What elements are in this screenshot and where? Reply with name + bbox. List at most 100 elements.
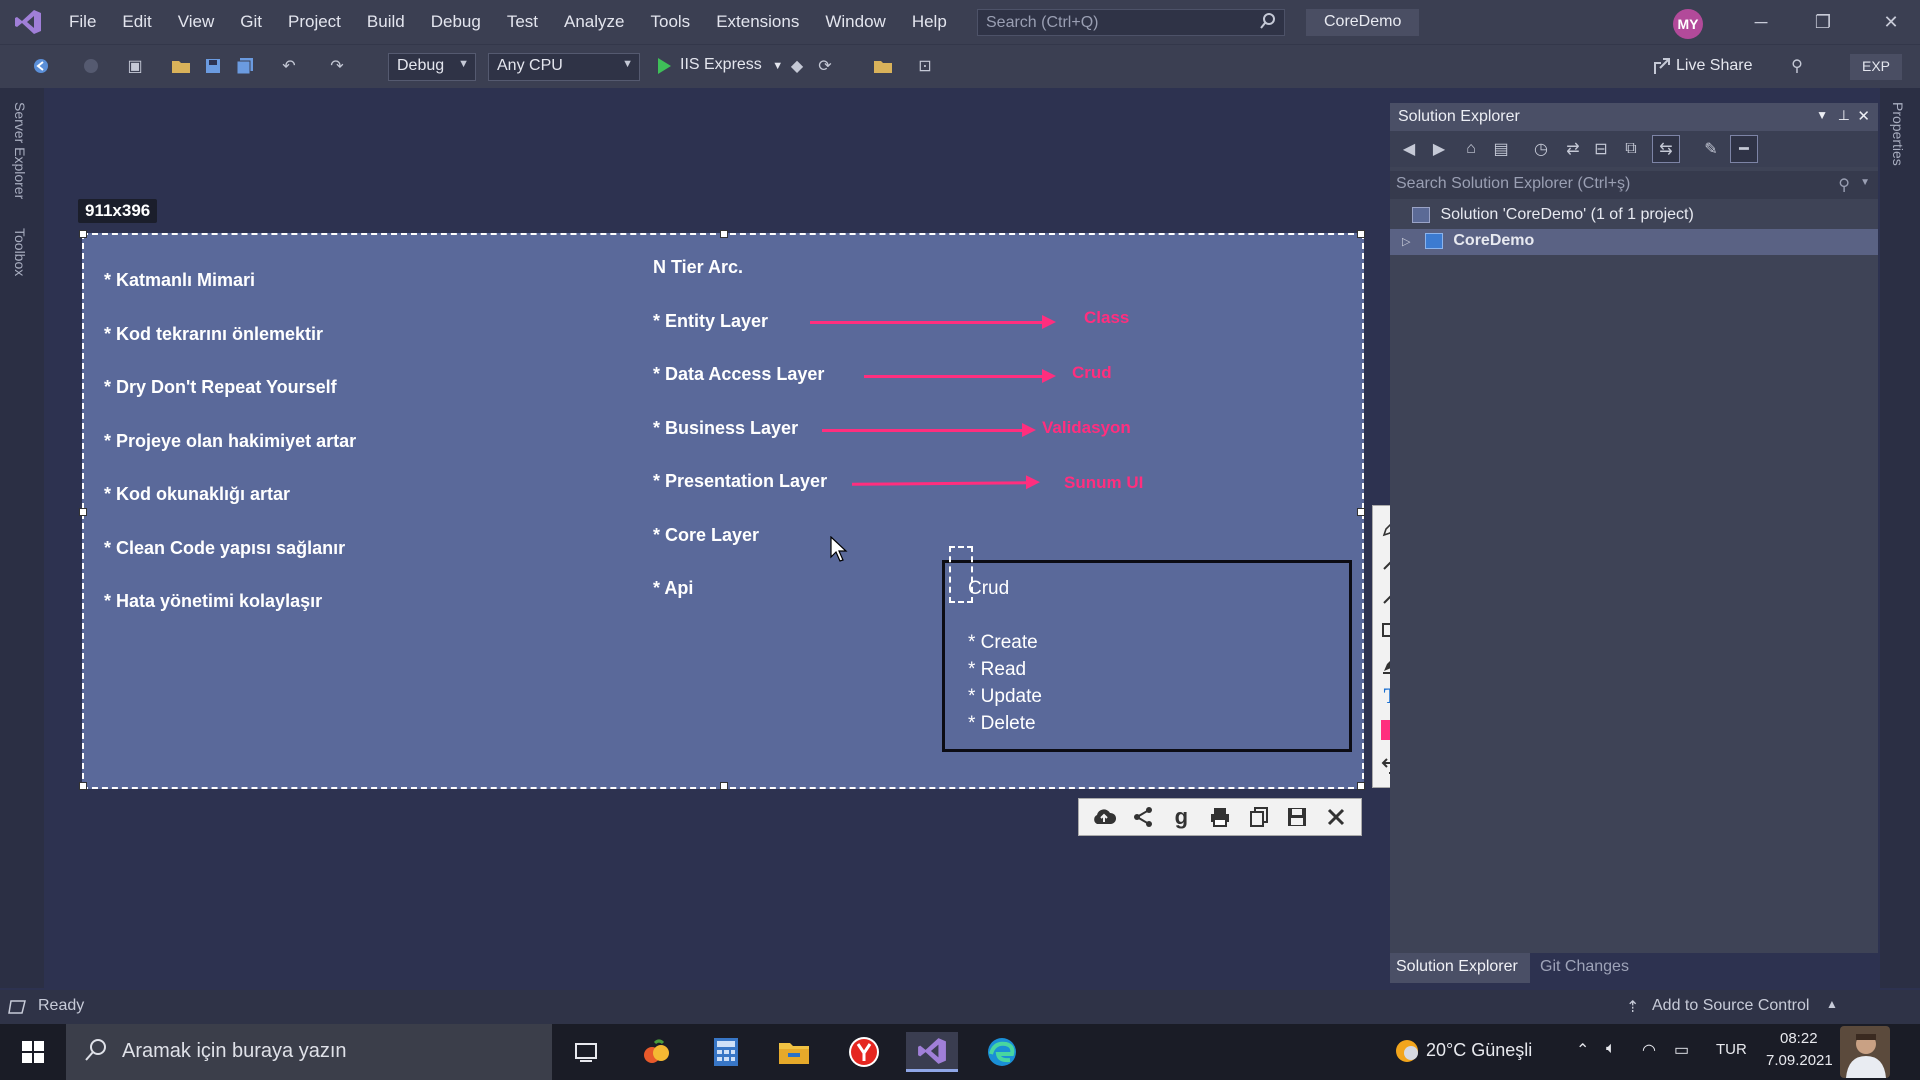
file-explorer-icon[interactable] bbox=[768, 1032, 820, 1072]
weather-icon[interactable] bbox=[1394, 1038, 1420, 1069]
start-debugging-button[interactable]: IIS Express ▼ bbox=[652, 53, 789, 81]
toolbox-tab[interactable]: Toolbox bbox=[12, 228, 28, 276]
wifi-icon[interactable]: ◠ bbox=[1642, 1040, 1656, 1060]
resize-handle[interactable] bbox=[720, 230, 728, 238]
solution-search-input[interactable]: Search Solution Explorer (Ctrl+ş) ⚲ ▼ bbox=[1390, 171, 1878, 199]
menu-file[interactable]: File bbox=[56, 0, 109, 44]
menu-test[interactable]: Test bbox=[494, 0, 551, 44]
tab-solution-explorer[interactable]: Solution Explorer bbox=[1390, 953, 1530, 983]
refresh-icon[interactable]: ⟳ bbox=[814, 55, 836, 77]
home-icon[interactable]: ⌂ bbox=[1460, 138, 1482, 160]
menu-view[interactable]: View bbox=[165, 0, 228, 44]
folder-icon[interactable] bbox=[872, 55, 894, 77]
tree-row-project[interactable]: ▷ CoreDemo bbox=[1390, 229, 1878, 255]
redo-icon[interactable]: ↷ bbox=[326, 55, 348, 77]
close-icon[interactable] bbox=[1321, 802, 1351, 832]
clock-date[interactable]: 7.09.2021 bbox=[1766, 1052, 1833, 1069]
resize-handle[interactable] bbox=[79, 782, 87, 790]
expand-icon[interactable]: ▷ bbox=[1402, 236, 1410, 248]
menu-extensions[interactable]: Extensions bbox=[703, 0, 812, 44]
clock-time[interactable]: 08:22 bbox=[1780, 1030, 1818, 1047]
menu-tools[interactable]: Tools bbox=[638, 0, 704, 44]
live-share-button[interactable]: Live Share bbox=[1648, 53, 1759, 81]
browser-link-icon[interactable]: ⊡ bbox=[914, 55, 936, 77]
menu-analyze[interactable]: Analyze bbox=[551, 0, 637, 44]
taskbar-search-input[interactable]: Aramak için buraya yazın bbox=[66, 1024, 552, 1080]
resize-handle[interactable] bbox=[1357, 230, 1365, 238]
back-icon[interactable] bbox=[30, 55, 52, 77]
close-icon[interactable]: ✕ bbox=[1876, 8, 1906, 36]
add-to-source-control-button[interactable]: Add to Source Control bbox=[1652, 997, 1809, 1015]
exp-badge[interactable]: EXP bbox=[1850, 54, 1903, 80]
print-icon[interactable] bbox=[1205, 802, 1235, 832]
minimize-icon[interactable]: ─ bbox=[1746, 8, 1776, 36]
battery-icon[interactable]: ▭ bbox=[1674, 1040, 1689, 1060]
forward-icon[interactable] bbox=[80, 55, 102, 77]
save-icon[interactable] bbox=[1282, 802, 1312, 832]
restore-icon[interactable]: ❐ bbox=[1808, 8, 1838, 36]
save-icon[interactable] bbox=[202, 55, 224, 77]
forward-icon[interactable]: ▶ bbox=[1428, 138, 1450, 160]
chevron-down-icon[interactable]: ▼ bbox=[1860, 177, 1870, 188]
properties-tab[interactable]: Properties bbox=[1890, 102, 1906, 166]
menu-help[interactable]: Help bbox=[899, 0, 960, 44]
menu-window[interactable]: Window bbox=[812, 0, 898, 44]
platform-dropdown[interactable]: Any CPU ▼ bbox=[488, 53, 640, 81]
show-all-files-icon[interactable]: ⧉ bbox=[1620, 138, 1642, 160]
menu-project[interactable]: Project bbox=[275, 0, 354, 44]
server-explorer-tab[interactable]: Server Explorer bbox=[12, 102, 28, 199]
undo-icon[interactable]: ↶ bbox=[278, 55, 300, 77]
pending-changes-icon[interactable]: ◷ bbox=[1530, 138, 1552, 160]
chevron-up-icon[interactable]: ⌃ bbox=[1576, 1040, 1589, 1060]
chevron-down-icon[interactable]: ▼ bbox=[772, 60, 783, 72]
save-all-icon[interactable] bbox=[234, 55, 256, 77]
chevron-up-icon[interactable]: ▲ bbox=[1826, 997, 1838, 1011]
output-icon[interactable] bbox=[8, 999, 26, 1020]
resize-handle[interactable] bbox=[79, 508, 87, 516]
menu-git[interactable]: Git bbox=[227, 0, 275, 44]
google-search-icon[interactable]: g bbox=[1166, 802, 1196, 832]
pin-icon[interactable]: ⊥ bbox=[1838, 107, 1850, 124]
collapse-all-icon[interactable]: ⊟ bbox=[1590, 138, 1612, 160]
avatar[interactable]: MY bbox=[1673, 9, 1703, 39]
resize-handle[interactable] bbox=[1357, 508, 1365, 516]
back-icon[interactable]: ◀ bbox=[1398, 138, 1420, 160]
yandex-browser-icon[interactable] bbox=[838, 1032, 890, 1072]
menu-debug[interactable]: Debug bbox=[418, 0, 494, 44]
tree-row-solution[interactable]: Solution 'CoreDemo' (1 of 1 project) bbox=[1390, 203, 1878, 229]
share-icon[interactable] bbox=[1128, 802, 1158, 832]
resize-handle[interactable] bbox=[720, 782, 728, 790]
properties-wrench-icon[interactable]: ✎ bbox=[1700, 138, 1722, 160]
minus-icon[interactable]: ━ bbox=[1730, 135, 1758, 163]
search-input[interactable]: Search (Ctrl+Q) bbox=[977, 9, 1285, 36]
copy-icon[interactable] bbox=[1244, 802, 1274, 832]
chevron-down-icon[interactable]: ▼ bbox=[1816, 108, 1828, 122]
new-project-icon[interactable]: ▣ bbox=[124, 55, 146, 77]
resize-handle[interactable] bbox=[1357, 782, 1365, 790]
edge-browser-icon[interactable] bbox=[976, 1032, 1028, 1072]
task-view-icon[interactable] bbox=[560, 1032, 612, 1072]
feedback-icon[interactable]: ⚲ bbox=[1786, 55, 1808, 77]
layer-item: * Api bbox=[653, 578, 694, 598]
snip-action-bar: g bbox=[1078, 798, 1362, 836]
menu-edit[interactable]: Edit bbox=[109, 0, 164, 44]
resize-handle[interactable] bbox=[79, 230, 87, 238]
flame-icon[interactable]: ◆ bbox=[786, 55, 808, 77]
language-indicator[interactable]: TUR bbox=[1716, 1041, 1747, 1058]
close-icon[interactable]: ✕ bbox=[1857, 107, 1870, 125]
calculator-icon[interactable] bbox=[700, 1032, 752, 1072]
visual-studio-task-icon[interactable] bbox=[906, 1032, 958, 1072]
weather-text[interactable]: 20°C Güneşli bbox=[1426, 1040, 1532, 1061]
switch-views-icon[interactable]: ▤ bbox=[1490, 138, 1512, 160]
windows-start-icon[interactable] bbox=[0, 1024, 66, 1080]
menu-build[interactable]: Build bbox=[354, 0, 418, 44]
volume-icon[interactable]: 🔈︎ bbox=[1606, 1040, 1616, 1058]
open-folder-icon[interactable] bbox=[170, 55, 192, 77]
fruit-app-icon[interactable] bbox=[630, 1032, 682, 1072]
tab-git-changes[interactable]: Git Changes bbox=[1534, 953, 1635, 983]
sync-icon[interactable]: ⇄ bbox=[1562, 138, 1584, 160]
configuration-dropdown[interactable]: Debug ▼ bbox=[388, 53, 476, 81]
preview-icon[interactable]: ⇆ bbox=[1652, 135, 1680, 163]
upload-cloud-icon[interactable] bbox=[1089, 802, 1119, 832]
visual-studio-logo-icon[interactable] bbox=[0, 0, 56, 44]
